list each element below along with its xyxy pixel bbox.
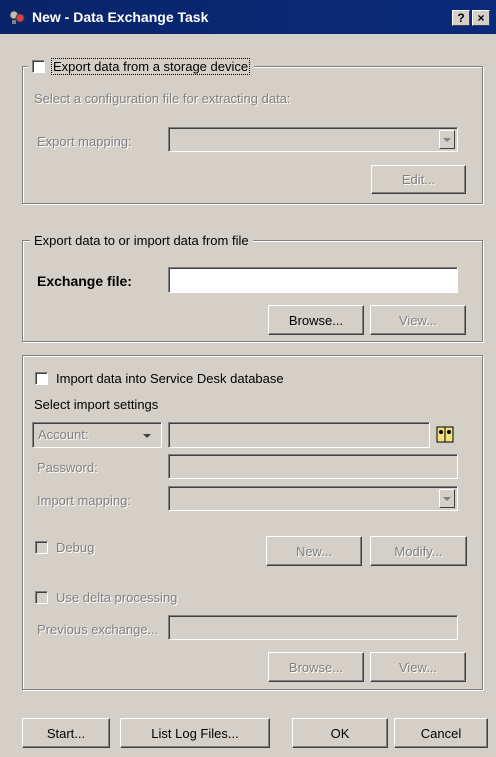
- edit-button-label: Edit...: [401, 172, 436, 187]
- exchange-file-label: Exchange file:: [37, 273, 132, 289]
- new-button[interactable]: New...: [266, 536, 362, 566]
- account-input[interactable]: [168, 422, 430, 448]
- delta-checkbox[interactable]: [35, 591, 48, 604]
- export-mapping-select[interactable]: [168, 127, 458, 152]
- previous-exchange-input[interactable]: [168, 615, 458, 640]
- import-view-label: View...: [398, 659, 438, 675]
- account-select[interactable]: Account:: [32, 422, 162, 448]
- file-legend: Export data to or import data from file: [30, 231, 253, 249]
- previous-exchange-label: Previous exchange...: [37, 622, 159, 637]
- import-checkbox-label[interactable]: Import data into Service Desk database: [56, 371, 284, 386]
- close-button[interactable]: ×: [472, 10, 490, 26]
- title-bar: New - Data Exchange Task: [0, 0, 496, 34]
- exchange-file-input[interactable]: [168, 267, 458, 293]
- file-browse-button[interactable]: Browse...: [268, 305, 364, 335]
- chevron-down-icon: [143, 434, 151, 438]
- address-book-icon[interactable]: [434, 424, 456, 446]
- export-mapping-label: Export mapping:: [37, 134, 132, 149]
- password-input[interactable]: [168, 454, 458, 479]
- file-view-label: View...: [398, 312, 438, 328]
- import-browse-button[interactable]: Browse...: [268, 652, 364, 682]
- cancel-button-label: Cancel: [420, 725, 462, 741]
- debug-checkbox[interactable]: [35, 541, 48, 554]
- password-label: Password:: [37, 460, 98, 475]
- file-browse-label: Browse...: [288, 312, 344, 328]
- edit-button[interactable]: Edit...: [371, 165, 466, 194]
- list-log-files-button[interactable]: List Log Files...: [120, 718, 270, 748]
- chevron-down-icon: [439, 130, 455, 149]
- export-checkbox-label[interactable]: Export data from a storage device: [51, 57, 251, 75]
- debug-label[interactable]: Debug: [56, 540, 94, 555]
- account-select-label: Account:: [38, 427, 89, 442]
- ok-button[interactable]: OK: [292, 718, 388, 748]
- import-browse-label: Browse...: [288, 659, 344, 675]
- export-description: Select a configuration file for extracti…: [34, 91, 291, 106]
- ok-button-label: OK: [330, 725, 350, 741]
- import-mapping-select[interactable]: [168, 486, 458, 511]
- export-checkbox[interactable]: [32, 59, 45, 73]
- cancel-button[interactable]: Cancel: [394, 718, 488, 748]
- import-checkbox[interactable]: [35, 372, 48, 385]
- window-title: New - Data Exchange Task: [32, 9, 209, 25]
- new-button-label: New...: [295, 543, 333, 559]
- app-icon: [9, 10, 25, 24]
- import-settings-label: Select import settings: [34, 397, 159, 412]
- export-legend: Export data from a storage device: [28, 57, 255, 75]
- file-view-button[interactable]: View...: [370, 305, 466, 335]
- import-mapping-label: Import mapping:: [37, 493, 131, 508]
- list-log-files-label: List Log Files...: [151, 725, 239, 741]
- modify-button-label: Modify...: [394, 543, 443, 559]
- import-view-button[interactable]: View...: [370, 652, 466, 682]
- start-button-label: Start...: [46, 725, 86, 741]
- modify-button[interactable]: Modify...: [370, 536, 467, 566]
- start-button[interactable]: Start...: [22, 718, 110, 748]
- chevron-down-icon: [439, 489, 455, 508]
- delta-label[interactable]: Use delta processing: [56, 590, 177, 605]
- help-button[interactable]: ?: [452, 10, 470, 26]
